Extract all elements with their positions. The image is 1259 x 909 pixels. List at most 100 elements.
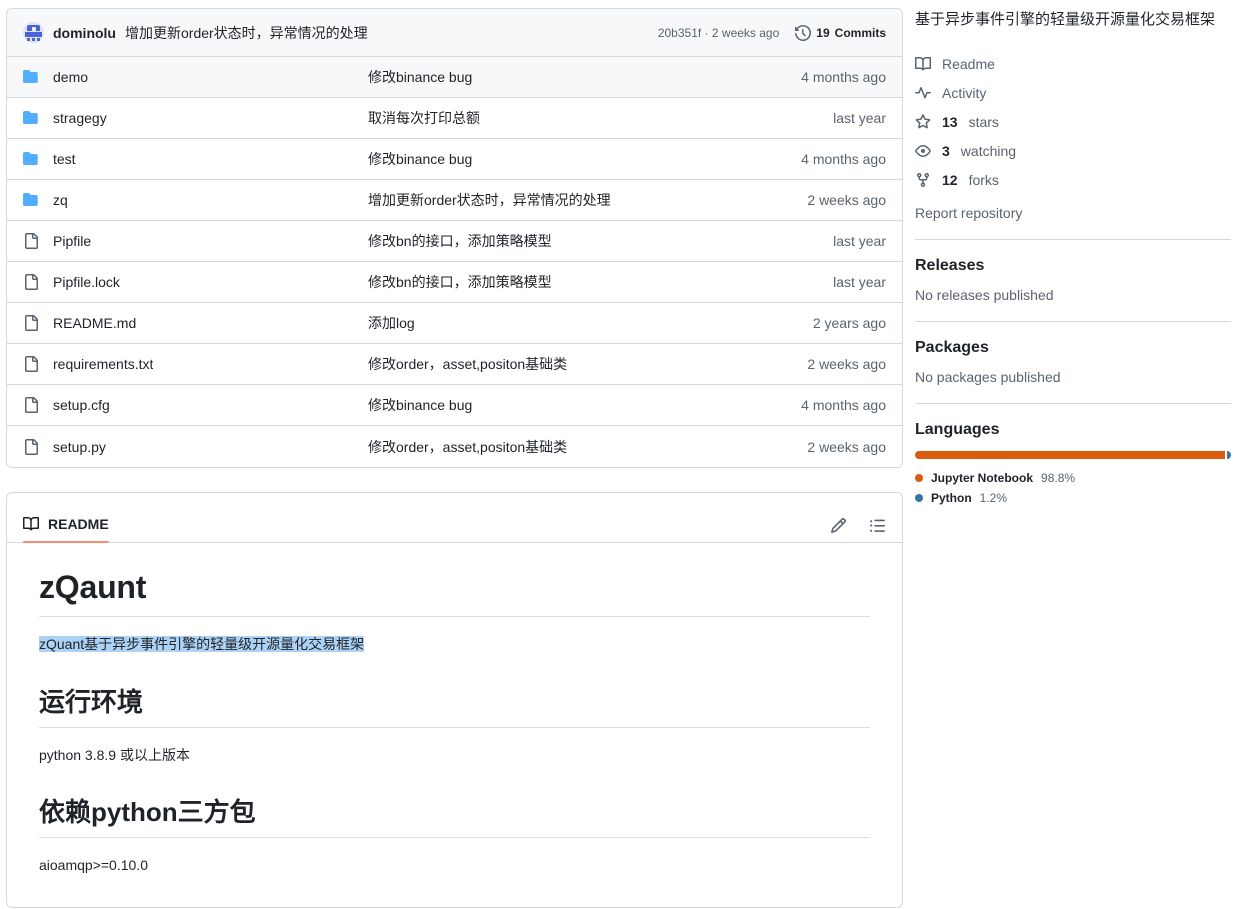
file-commit-time: 2 years ago [812, 315, 886, 331]
file-commit-message[interactable]: 修改binance bug [368, 67, 785, 87]
readme-description-paragraph: zQuant基于异步事件引擎的轻量级开源量化交易框架 [39, 634, 870, 656]
languages-section: Languages Jupyter Notebook 98.8% Python 1.2… [915, 404, 1231, 505]
repository-stats-list: Readme Activity 13 stars 3 watching 12 forks [915, 50, 1231, 195]
latest-commit-header: dominolu 增加更新order状态时，异常情况的处理 20b351f · … [7, 9, 902, 57]
packages-title: Packages [915, 338, 989, 356]
folder-name-link[interactable]: demo [53, 69, 88, 85]
file-commit-time: 2 weeks ago [807, 438, 886, 455]
stat-number: 3 [942, 143, 950, 159]
user-avatar[interactable] [23, 22, 44, 43]
file-row[interactable]: Pipfile.lock 修改bn的接口，添加策略模型 last year [7, 262, 902, 303]
stat-number: 13 [942, 114, 958, 130]
history-clock-icon [795, 24, 812, 41]
file-name-link[interactable]: setup.py [53, 439, 106, 455]
file-name-link[interactable]: Pipfile.lock [53, 274, 120, 290]
file-commit-message[interactable]: 修改order，asset,positon基础类 [368, 437, 791, 457]
language-color-dot [915, 493, 923, 502]
file-commit-time: 2 weeks ago [807, 356, 886, 372]
file-name-cell: demo [23, 69, 368, 85]
readme-actions [830, 517, 886, 542]
file-commit-time: 4 months ago [801, 151, 886, 167]
readme-heading-title: zQaunt [39, 569, 870, 617]
language-percentage: 98.8% [1041, 470, 1076, 485]
report-repository-link[interactable]: Report repository [915, 205, 1231, 221]
tab-readme-label: README [48, 516, 109, 532]
file-commit-message[interactable]: 修改bn的接口，添加策略模型 [368, 231, 817, 251]
readme-heading-dependencies: 依赖python三方包 [39, 792, 870, 839]
language-legend-item[interactable]: Jupyter Notebook 98.8% [915, 471, 1231, 485]
commits-count-link[interactable]: 19 Commits [795, 24, 886, 41]
file-commit-message[interactable]: 增加更新order状态时，异常情况的处理 [368, 190, 791, 210]
readme-dependencies-text: aioamqp>=0.10.0 [39, 857, 148, 874]
folder-icon [23, 70, 38, 83]
sidebar-stat-readme[interactable]: Readme [915, 50, 1231, 79]
readme-header: README [7, 493, 902, 543]
file-commit-message[interactable]: 修改binance bug [368, 149, 785, 169]
repository-page: dominolu 增加更新order状态时，异常情况的处理 20b351f · … [0, 0, 1259, 909]
file-name-link[interactable]: setup.cfg [53, 397, 110, 413]
repository-description: 基于异步事件引擎的轻量级开源量化交易框架 [915, 11, 1216, 28]
language-bar-segment[interactable] [1227, 450, 1231, 459]
file-row[interactable]: setup.py 修改order，asset,positon基础类 2 weeks … [7, 426, 902, 467]
languages-bar [915, 450, 1231, 459]
file-commit-message[interactable]: 添加log [368, 313, 797, 333]
file-name-link[interactable]: requirements.txt [53, 356, 153, 372]
file-commit-message[interactable]: 修改bn的接口，添加策略模型 [368, 272, 817, 292]
file-icon [25, 438, 38, 455]
language-name: Python [931, 490, 972, 505]
commit-hash[interactable]: 20b351f [658, 26, 701, 40]
commit-message[interactable]: 增加更新order状态时，异常情况的处理 [125, 23, 368, 43]
pencil-icon[interactable] [830, 517, 847, 534]
file-row[interactable]: zq 增加更新order状态时，异常情况的处理 2 weeks ago [7, 180, 902, 221]
file-commit-message[interactable]: 修改order，asset,positon基础类 [368, 354, 791, 374]
file-name-link[interactable]: README.md [53, 315, 136, 331]
file-commit-message[interactable]: 修改binance bug [368, 395, 785, 415]
file-row[interactable]: requirements.txt 修改order，asset,positon基础类… [7, 344, 902, 385]
tab-readme[interactable]: README [23, 516, 109, 543]
file-row[interactable]: demo 修改binance bug 4 months ago [7, 57, 902, 98]
file-commit-time: 4 months ago [801, 69, 886, 85]
commit-relative-time: 2 weeks ago [711, 25, 780, 40]
list-unordered-icon[interactable] [869, 517, 886, 534]
file-row[interactable]: README.md 添加log 2 years ago [7, 303, 902, 344]
folder-icon [23, 193, 38, 206]
commit-meta-separator: · [704, 25, 709, 40]
stat-label: forks [968, 172, 999, 188]
readme-card: README zQaunt zQuant基于异步事件引擎的轻量级开源量化交易框架… [6, 492, 903, 909]
readme-description-text: zQuant基于异步事件引擎的轻量级开源量化交易框架 [39, 636, 365, 652]
commit-hash-and-time[interactable]: 20b351f · 2 weeks ago [658, 26, 779, 40]
language-color-dot [915, 473, 923, 482]
readme-heading-environment: 运行环境 [39, 682, 870, 728]
stat-label: Readme [942, 56, 995, 72]
file-row[interactable]: setup.cfg 修改binance bug 4 months ago [7, 385, 902, 426]
file-table-card: dominolu 增加更新order状态时，异常情况的处理 20b351f · … [6, 8, 903, 468]
book-icon [915, 56, 931, 71]
file-commit-time: last year [833, 110, 886, 126]
commit-author-link[interactable]: dominolu [53, 25, 116, 41]
file-list: demo 修改binance bug 4 months ago stragegy 取消每… [7, 57, 902, 467]
commits-count-label: Commits [834, 25, 886, 40]
sidebar-stat-watching[interactable]: 3 watching [915, 137, 1231, 166]
sidebar-stat-activity[interactable]: Activity [915, 79, 1231, 108]
file-commit-time: 4 months ago [801, 397, 886, 413]
folder-name-link[interactable]: stragegy [53, 110, 107, 126]
sidebar-stat-stars[interactable]: 13 stars [915, 108, 1231, 137]
file-name-cell: setup.cfg [23, 397, 368, 413]
language-legend-item[interactable]: Python 1.2% [915, 491, 1231, 505]
language-bar-segment[interactable] [915, 450, 1226, 459]
file-row[interactable]: stragegy 取消每次打印总额 last year [7, 98, 902, 139]
file-name-link[interactable]: Pipfile [53, 233, 91, 249]
file-name-cell: test [23, 151, 368, 167]
readme-body: zQaunt zQuant基于异步事件引擎的轻量级开源量化交易框架 运行环境 p… [7, 543, 902, 907]
sidebar-stat-forks[interactable]: 12 forks [915, 166, 1231, 195]
repo-forked-icon [917, 173, 929, 188]
releases-section: Releases No releases published [915, 240, 1231, 303]
file-commit-message[interactable]: 取消每次打印总额 [368, 108, 817, 128]
language-name: Jupyter Notebook [931, 470, 1034, 485]
file-commit-time: 2 weeks ago [807, 192, 886, 208]
file-row[interactable]: test 修改binance bug 4 months ago [7, 139, 902, 180]
file-name-cell: requirements.txt [23, 356, 368, 372]
file-row[interactable]: Pipfile 修改bn的接口，添加策略模型 last year [7, 221, 902, 262]
folder-name-link[interactable]: zq [53, 192, 68, 208]
folder-name-link[interactable]: test [53, 151, 76, 167]
